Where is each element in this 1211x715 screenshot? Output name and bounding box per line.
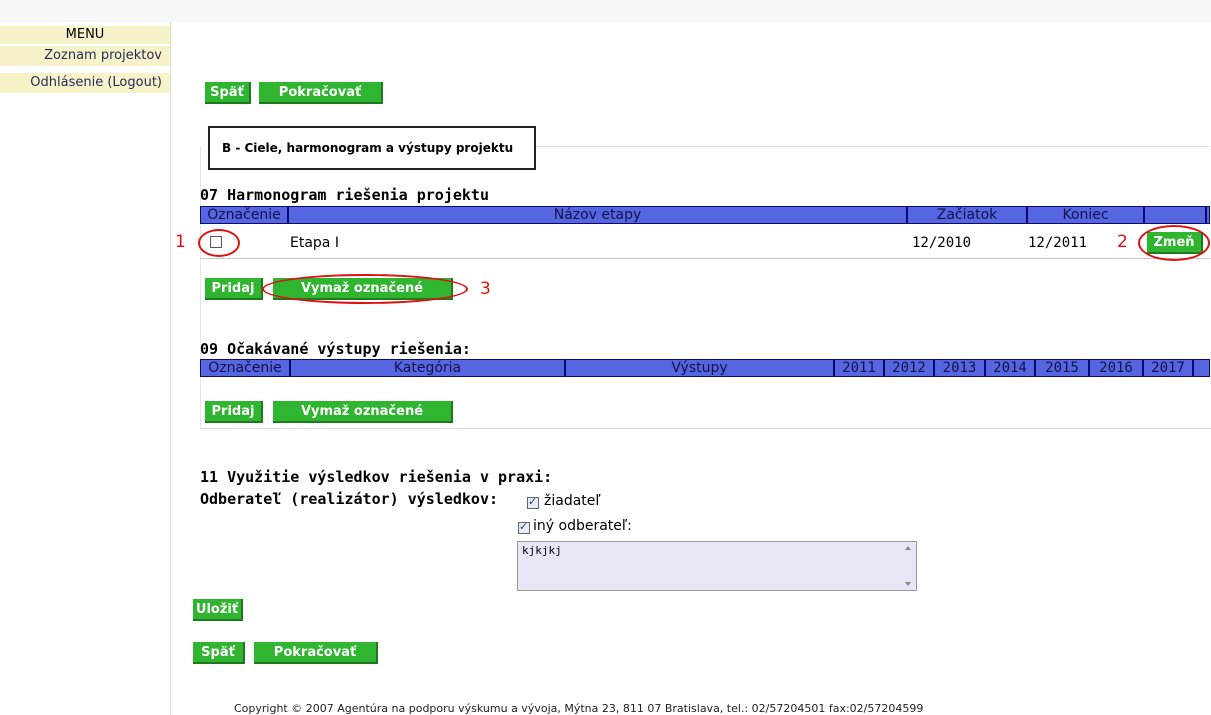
annotation-2: 2 [1117, 232, 1128, 252]
other-recipient-text: kjkjkj [522, 544, 562, 557]
continue-button-bottom[interactable]: Pokračovať [254, 642, 378, 664]
panel-top-line [536, 146, 1210, 147]
other-recipient-textarea[interactable]: kjkjkj [517, 541, 917, 591]
applicant-label: žiadateľ [544, 493, 601, 509]
harmonogram-title: 07 Harmonogram riešenia projektu [200, 186, 489, 204]
annotation-3: 3 [480, 279, 491, 299]
stage-end: 12/2011 [1028, 235, 1088, 251]
col-zaciatok: Začiatok [908, 207, 1028, 223]
continue-button-top[interactable]: Pokračovať [259, 82, 383, 104]
harmonogram-header: Označenie Názov etapy Začiatok Koniec [200, 206, 1210, 224]
col-vystupy: Výstupy [566, 360, 835, 376]
applicant-checkbox[interactable] [527, 495, 539, 509]
back-button-bottom[interactable]: Späť [193, 642, 245, 664]
top-bar [0, 0, 1211, 22]
col-oznacenie: Označenie [201, 360, 291, 376]
annotation-oval-3 [262, 274, 468, 304]
col-kategoria: Kategória [291, 360, 566, 376]
col-year: 2011 [835, 360, 885, 376]
col-year: 2017 [1144, 360, 1194, 376]
recipient-label: Odberateľ (realizátor) výsledkov: [200, 490, 499, 508]
section-title-box: B - Ciele, harmonogram a výstupy projekt… [208, 126, 536, 170]
footer-copyright: Copyright © 2007 Agentúra na podporu výs… [234, 702, 924, 715]
other-recipient-checkbox[interactable] [518, 520, 530, 534]
sidebar-item-logout[interactable]: Odhlásenie (Logout) [0, 73, 170, 93]
table-row: Etapa I 12/2010 12/2011 [200, 230, 1210, 259]
col-year: 2012 [885, 360, 935, 376]
annotation-oval-1 [198, 229, 240, 257]
col-action [1145, 207, 1207, 223]
delete-selected-outputs-button[interactable]: Vymaž označené [273, 401, 453, 423]
col-year: 2013 [935, 360, 986, 376]
col-year: 2015 [1036, 360, 1090, 376]
add-stage-button[interactable]: Pridaj [205, 278, 263, 300]
sidebar-item-project-list[interactable]: Zoznam projektov [0, 46, 170, 66]
col-action [1194, 360, 1207, 376]
col-oznacenie: Označenie [201, 207, 289, 223]
annotation-1: 1 [175, 232, 186, 252]
outputs-header: Označenie Kategória Výstupy 2011 2012 20… [200, 359, 1210, 377]
other-recipient-label: iný odberateľ: [533, 518, 632, 534]
col-year: 2016 [1090, 360, 1144, 376]
sidebar [0, 22, 171, 715]
col-koniec: Koniec [1028, 207, 1145, 223]
textarea-scrollbar[interactable] [902, 544, 914, 588]
usage-title: 11 Využitie výsledkov riešenia v praxi: [200, 468, 553, 486]
add-output-button[interactable]: Pridaj [205, 401, 263, 423]
stage-name: Etapa I [290, 235, 339, 251]
outputs-title: 09 Očakávané výstupy riešenia: [200, 340, 471, 358]
menu-title: MENU [0, 26, 170, 44]
col-year: 2014 [986, 360, 1036, 376]
save-button[interactable]: Uložiť [193, 599, 243, 621]
col-nazov-etapy: Názov etapy [289, 207, 908, 223]
back-button-top[interactable]: Späť [205, 82, 251, 104]
stage-start: 12/2010 [912, 235, 972, 251]
annotation-oval-2 [1138, 225, 1210, 261]
